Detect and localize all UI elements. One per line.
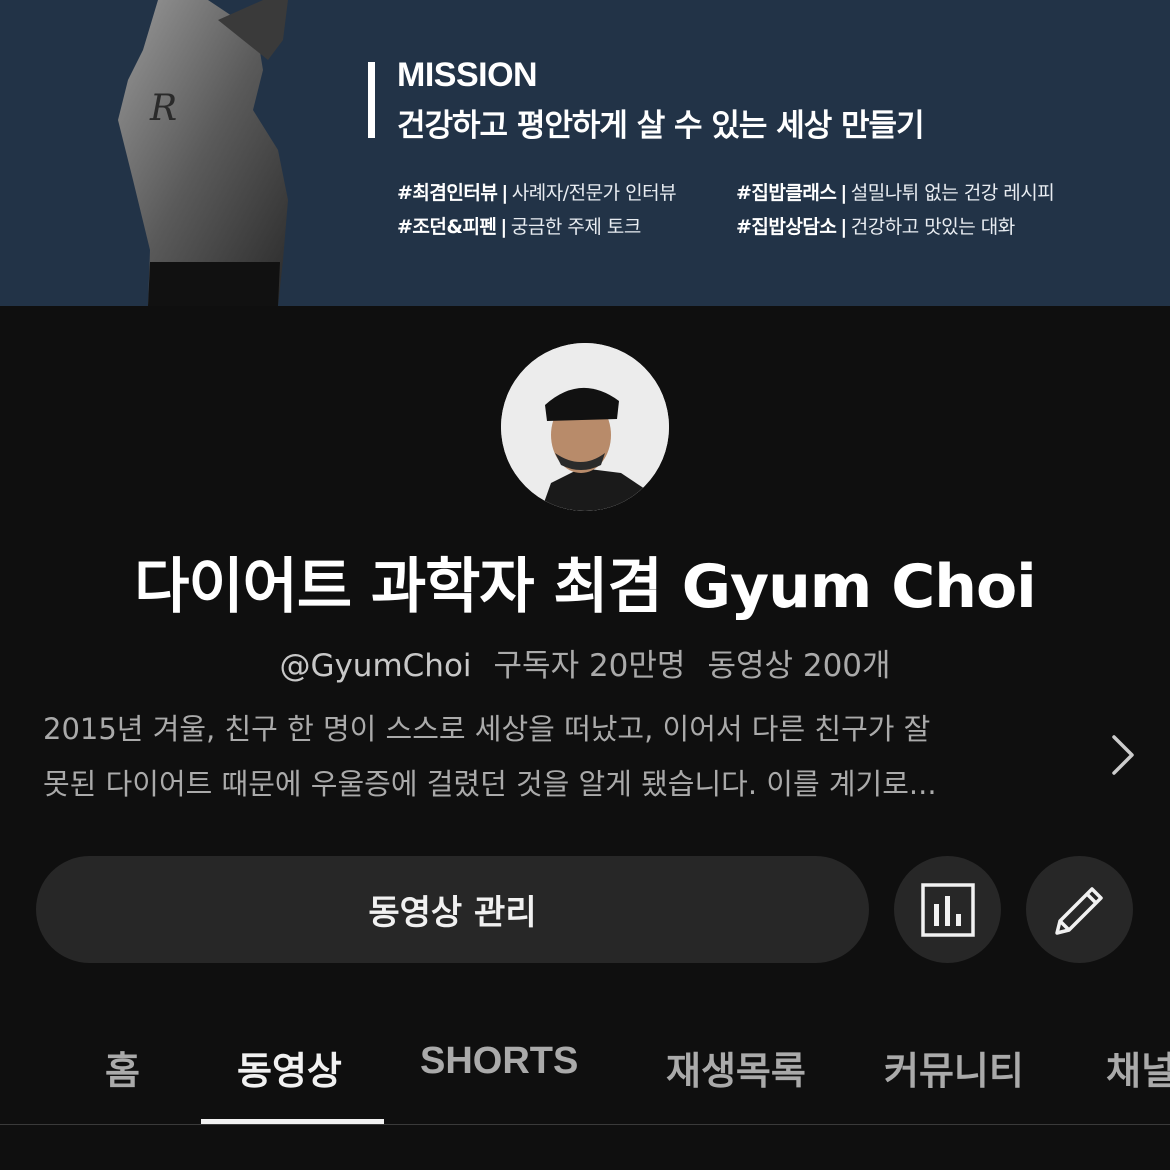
channel-handle: @GyumChoi: [279, 648, 472, 684]
tag-desc: 건강하고 맛있는 대화: [850, 216, 1015, 238]
svg-text:R: R: [149, 88, 177, 129]
tag-desc: 설밀나튀 없는 건강 레시피: [850, 182, 1055, 204]
mission-bar: [368, 62, 375, 138]
mission-title: MISSION: [397, 56, 538, 94]
edit-channel-button[interactable]: [1026, 856, 1133, 963]
tag-name: #최겸인터뷰: [397, 182, 498, 204]
channel-name: 다이어트 과학자 최겸 Gyum Choi: [134, 552, 1036, 622]
channel-description[interactable]: 2015년 겨울, 친구 한 명이 스스로 세상을 떠났고, 이어서 다른 친구…: [43, 702, 1083, 812]
mission-text: 건강하고 평안하게 살 수 있는 세상 만들기: [397, 108, 925, 144]
channel-tabs: 홈 동영상 SHORTS 재생목록 커뮤니티 채널: [0, 1010, 1170, 1126]
analytics-icon: [920, 882, 975, 937]
tag-desc: 사례자/전문가 인터뷰: [511, 182, 677, 204]
channel-meta: @GyumChoi 구독자 20만명 동영상 200개: [0, 640, 1170, 685]
tab-home[interactable]: 홈: [105, 1040, 140, 1095]
banner-tag: #조던&피펜 | 궁금한 주제 토크: [397, 216, 641, 238]
analytics-button[interactable]: [894, 856, 1001, 963]
tab-shorts[interactable]: SHORTS: [420, 1040, 578, 1083]
description-line: 2015년 겨울, 친구 한 명이 스스로 세상을 떠났고, 이어서 다른 친구…: [43, 712, 931, 746]
description-line: 못된 다이어트 때문에 우울증에 걸렸던 것을 알게 됐습니다. 이를 계기로.…: [43, 767, 937, 801]
tabs-divider: [0, 1124, 1170, 1125]
chevron-right-icon[interactable]: [1108, 733, 1138, 777]
avatar-photo: [501, 343, 669, 511]
tag-name: #집밥클래스: [736, 182, 837, 204]
banner-tag: #집밥클래스 | 설밀나튀 없는 건강 레시피: [736, 182, 1055, 204]
tab-channels[interactable]: 채널: [1106, 1040, 1170, 1095]
channel-avatar[interactable]: [501, 343, 669, 511]
tab-community[interactable]: 커뮤니티: [884, 1040, 1024, 1095]
subscriber-count: 구독자 20만명: [493, 648, 686, 684]
tab-videos[interactable]: 동영상: [237, 1040, 342, 1095]
manage-videos-button[interactable]: 동영상 관리: [36, 856, 869, 963]
tag-name: #집밥상담소: [736, 216, 837, 238]
video-count: 동영상 200개: [707, 648, 891, 684]
pencil-icon: [1054, 886, 1103, 935]
channel-banner: R MISSION 건강하고 평안하게 살 수 있는 세상 만들기 #최겸인터뷰…: [0, 0, 1170, 306]
banner-tag: #최겸인터뷰 | 사례자/전문가 인터뷰: [397, 182, 677, 204]
banner-tag: #집밥상담소 | 건강하고 맛있는 대화: [736, 216, 1015, 238]
banner-figure-image: R: [118, 0, 288, 306]
tag-name: #조던&피펜: [397, 216, 497, 238]
tag-desc: 궁금한 주제 토크: [510, 216, 641, 238]
tab-playlists[interactable]: 재생목록: [666, 1040, 806, 1095]
